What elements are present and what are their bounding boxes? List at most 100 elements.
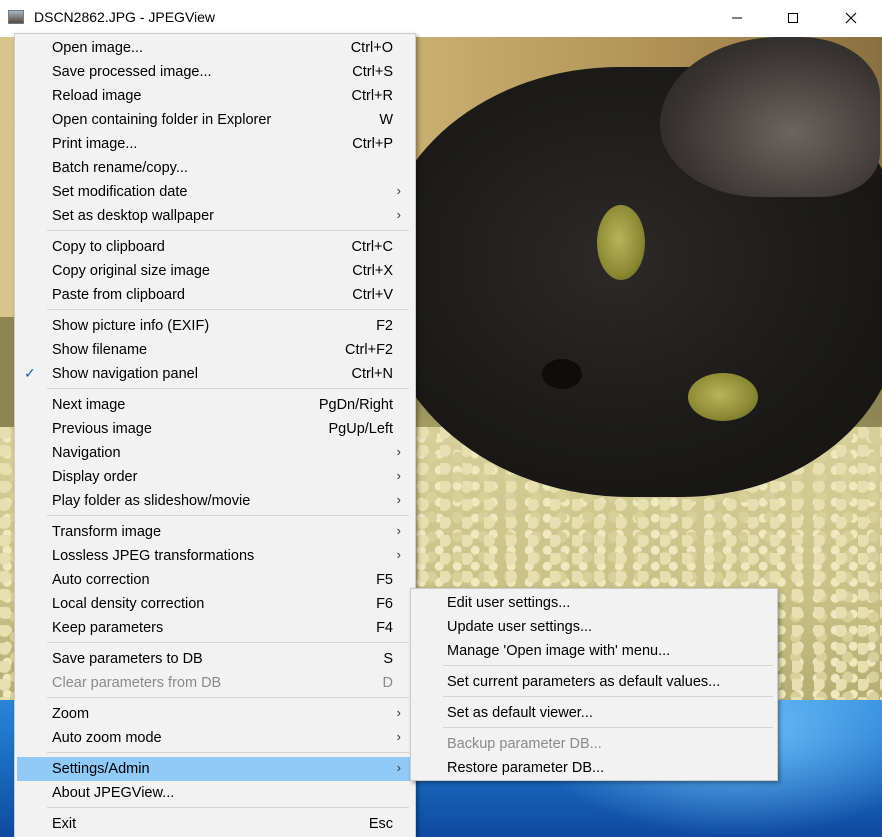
menu-item-label: Auto correction — [52, 572, 150, 588]
menu-item-label: Save processed image... — [52, 64, 212, 80]
app-icon — [8, 10, 24, 24]
menu-item-label: About JPEGView... — [52, 785, 175, 801]
menu-item-print-image[interactable]: Print image... Ctrl+P — [17, 132, 413, 156]
menu-item-save-parameters-to-db[interactable]: Save parameters to DB S — [17, 647, 413, 671]
menu-item-show-navigation-panel[interactable]: ✓ Show navigation panel Ctrl+N — [17, 362, 413, 386]
menu-item-lossless-jpeg-transformations[interactable]: Lossless JPEG transformations › — [17, 544, 413, 568]
menu-item-label: Previous image — [52, 421, 152, 437]
menu-item-display-order[interactable]: Display order › — [17, 465, 413, 489]
menu-item-label: Display order — [52, 469, 138, 485]
menu-item-shortcut: Ctrl+V — [352, 287, 393, 303]
menu-item-play-folder-as-slideshow-movie[interactable]: Play folder as slideshow/movie › — [17, 489, 413, 513]
menu-item-previous-image[interactable]: Previous image PgUp/Left — [17, 417, 413, 441]
menu-separator — [47, 230, 409, 231]
menu-item-transform-image[interactable]: Transform image › — [17, 520, 413, 544]
menu-item-shortcut: PgDn/Right — [318, 397, 393, 413]
menu-item-next-image[interactable]: Next image PgDn/Right — [17, 393, 413, 417]
menu-item-local-density-correction[interactable]: Local density correction F6 — [17, 592, 413, 616]
menu-item-exit[interactable]: Exit Esc — [17, 812, 413, 836]
menu-item-open-image[interactable]: Open image... Ctrl+O — [17, 36, 413, 60]
menu-item-label: Zoom — [52, 706, 90, 722]
menu-item-auto-correction[interactable]: Auto correction F5 — [17, 568, 413, 592]
menu-item-label: Manage 'Open image with' menu... — [447, 643, 671, 659]
menu-separator — [443, 696, 773, 697]
maximize-icon — [788, 13, 798, 23]
menu-item-shortcut: PgUp/Left — [328, 421, 394, 437]
menu-item-shortcut: D — [382, 675, 393, 691]
menu-item-label: Open containing folder in Explorer — [52, 112, 272, 128]
menu-item-shortcut: Ctrl+R — [351, 88, 394, 104]
menu-separator — [47, 752, 409, 753]
menu-item-settings-admin[interactable]: Settings/Admin › — [17, 757, 413, 781]
close-icon — [845, 12, 857, 24]
menu-item-reload-image[interactable]: Reload image Ctrl+R — [17, 84, 413, 108]
menu-item-copy-original-size-image[interactable]: Copy original size image Ctrl+X — [17, 259, 413, 283]
menu-separator — [47, 309, 409, 310]
menu-item-shortcut: Ctrl+F2 — [345, 342, 393, 358]
menu-item-label: Copy to clipboard — [52, 239, 165, 255]
minimize-icon — [732, 17, 742, 19]
menu-item-label: Paste from clipboard — [52, 287, 185, 303]
menu-item-shortcut: Ctrl+N — [351, 366, 394, 382]
menu-item-label: Reload image — [52, 88, 142, 104]
menu-item-auto-zoom-mode[interactable]: Auto zoom mode › — [17, 726, 413, 750]
menu-item-shortcut: Ctrl+C — [351, 239, 394, 255]
chevron-right-icon: › — [396, 705, 401, 720]
submenu-item-manage-open-image-with-menu[interactable]: Manage 'Open image with' menu... — [413, 639, 775, 663]
photo-cat-nose — [542, 359, 582, 389]
menu-item-label: Set modification date — [52, 184, 188, 200]
menu-item-keep-parameters[interactable]: Keep parameters F4 — [17, 616, 413, 640]
menu-item-show-picture-info-exif[interactable]: Show picture info (EXIF) F2 — [17, 314, 413, 338]
menu-item-about-jpegview[interactable]: About JPEGView... — [17, 781, 413, 805]
menu-separator — [47, 697, 409, 698]
submenu-item-restore-parameter-db[interactable]: Restore parameter DB... — [413, 756, 775, 780]
menu-separator — [443, 665, 773, 666]
menu-item-zoom[interactable]: Zoom › — [17, 702, 413, 726]
menu-item-paste-from-clipboard[interactable]: Paste from clipboard Ctrl+V — [17, 283, 413, 307]
minimize-button[interactable] — [714, 0, 760, 36]
menu-item-shortcut: W — [379, 112, 393, 128]
menu-item-label: Local density correction — [52, 596, 205, 612]
menu-item-open-containing-folder-in-explorer[interactable]: Open containing folder in Explorer W — [17, 108, 413, 132]
menu-item-set-modification-date[interactable]: Set modification date › — [17, 180, 413, 204]
menu-item-shortcut: F6 — [376, 596, 393, 612]
submenu-item-backup-parameter-db: Backup parameter DB... — [413, 732, 775, 756]
menu-item-label: Edit user settings... — [447, 595, 571, 611]
menu-item-label: Navigation — [52, 445, 121, 461]
menu-item-shortcut: Esc — [368, 816, 393, 832]
menu-item-label: Save parameters to DB — [52, 651, 203, 667]
menu-item-label: Set current parameters as default values… — [447, 674, 721, 690]
menu-item-label: Transform image — [52, 524, 162, 540]
menu-item-label: Settings/Admin — [52, 761, 150, 777]
menu-item-label: Clear parameters from DB — [52, 675, 222, 691]
maximize-button[interactable] — [770, 0, 816, 36]
close-button[interactable] — [828, 0, 874, 36]
menu-separator — [47, 515, 409, 516]
menu-item-shortcut: Ctrl+S — [352, 64, 393, 80]
menu-item-label: Show picture info (EXIF) — [52, 318, 210, 334]
menu-item-label: Show filename — [52, 342, 148, 358]
menu-item-show-filename[interactable]: Show filename Ctrl+F2 — [17, 338, 413, 362]
chevron-right-icon: › — [396, 523, 401, 538]
submenu-item-set-current-parameters-as-default-values[interactable]: Set current parameters as default values… — [413, 670, 775, 694]
context-menu: Open image... Ctrl+O Save processed image.… — [14, 33, 416, 837]
menu-item-navigation[interactable]: Navigation › — [17, 441, 413, 465]
menu-item-set-as-desktop-wallpaper[interactable]: Set as desktop wallpaper › — [17, 204, 413, 228]
menu-item-label: Exit — [52, 816, 77, 832]
submenu-item-edit-user-settings[interactable]: Edit user settings... — [413, 591, 775, 615]
menu-item-copy-to-clipboard[interactable]: Copy to clipboard Ctrl+C — [17, 235, 413, 259]
photo-cat-eye — [597, 205, 645, 280]
menu-item-shortcut: S — [383, 651, 393, 667]
menu-separator — [443, 727, 773, 728]
submenu-item-update-user-settings[interactable]: Update user settings... — [413, 615, 775, 639]
menu-item-batch-rename-copy[interactable]: Batch rename/copy... — [17, 156, 413, 180]
menu-item-save-processed-image[interactable]: Save processed image... Ctrl+S — [17, 60, 413, 84]
menu-item-shortcut: Ctrl+O — [350, 40, 393, 56]
menu-item-shortcut: Ctrl+P — [352, 136, 393, 152]
menu-item-shortcut: F4 — [376, 620, 393, 636]
menu-item-label: Set as desktop wallpaper — [52, 208, 215, 224]
submenu-item-set-as-default-viewer[interactable]: Set as default viewer... — [413, 701, 775, 725]
menu-item-label: Auto zoom mode — [52, 730, 162, 746]
settings-submenu: Edit user settings... Update user setting… — [410, 588, 778, 781]
menu-item-label: Copy original size image — [52, 263, 210, 279]
